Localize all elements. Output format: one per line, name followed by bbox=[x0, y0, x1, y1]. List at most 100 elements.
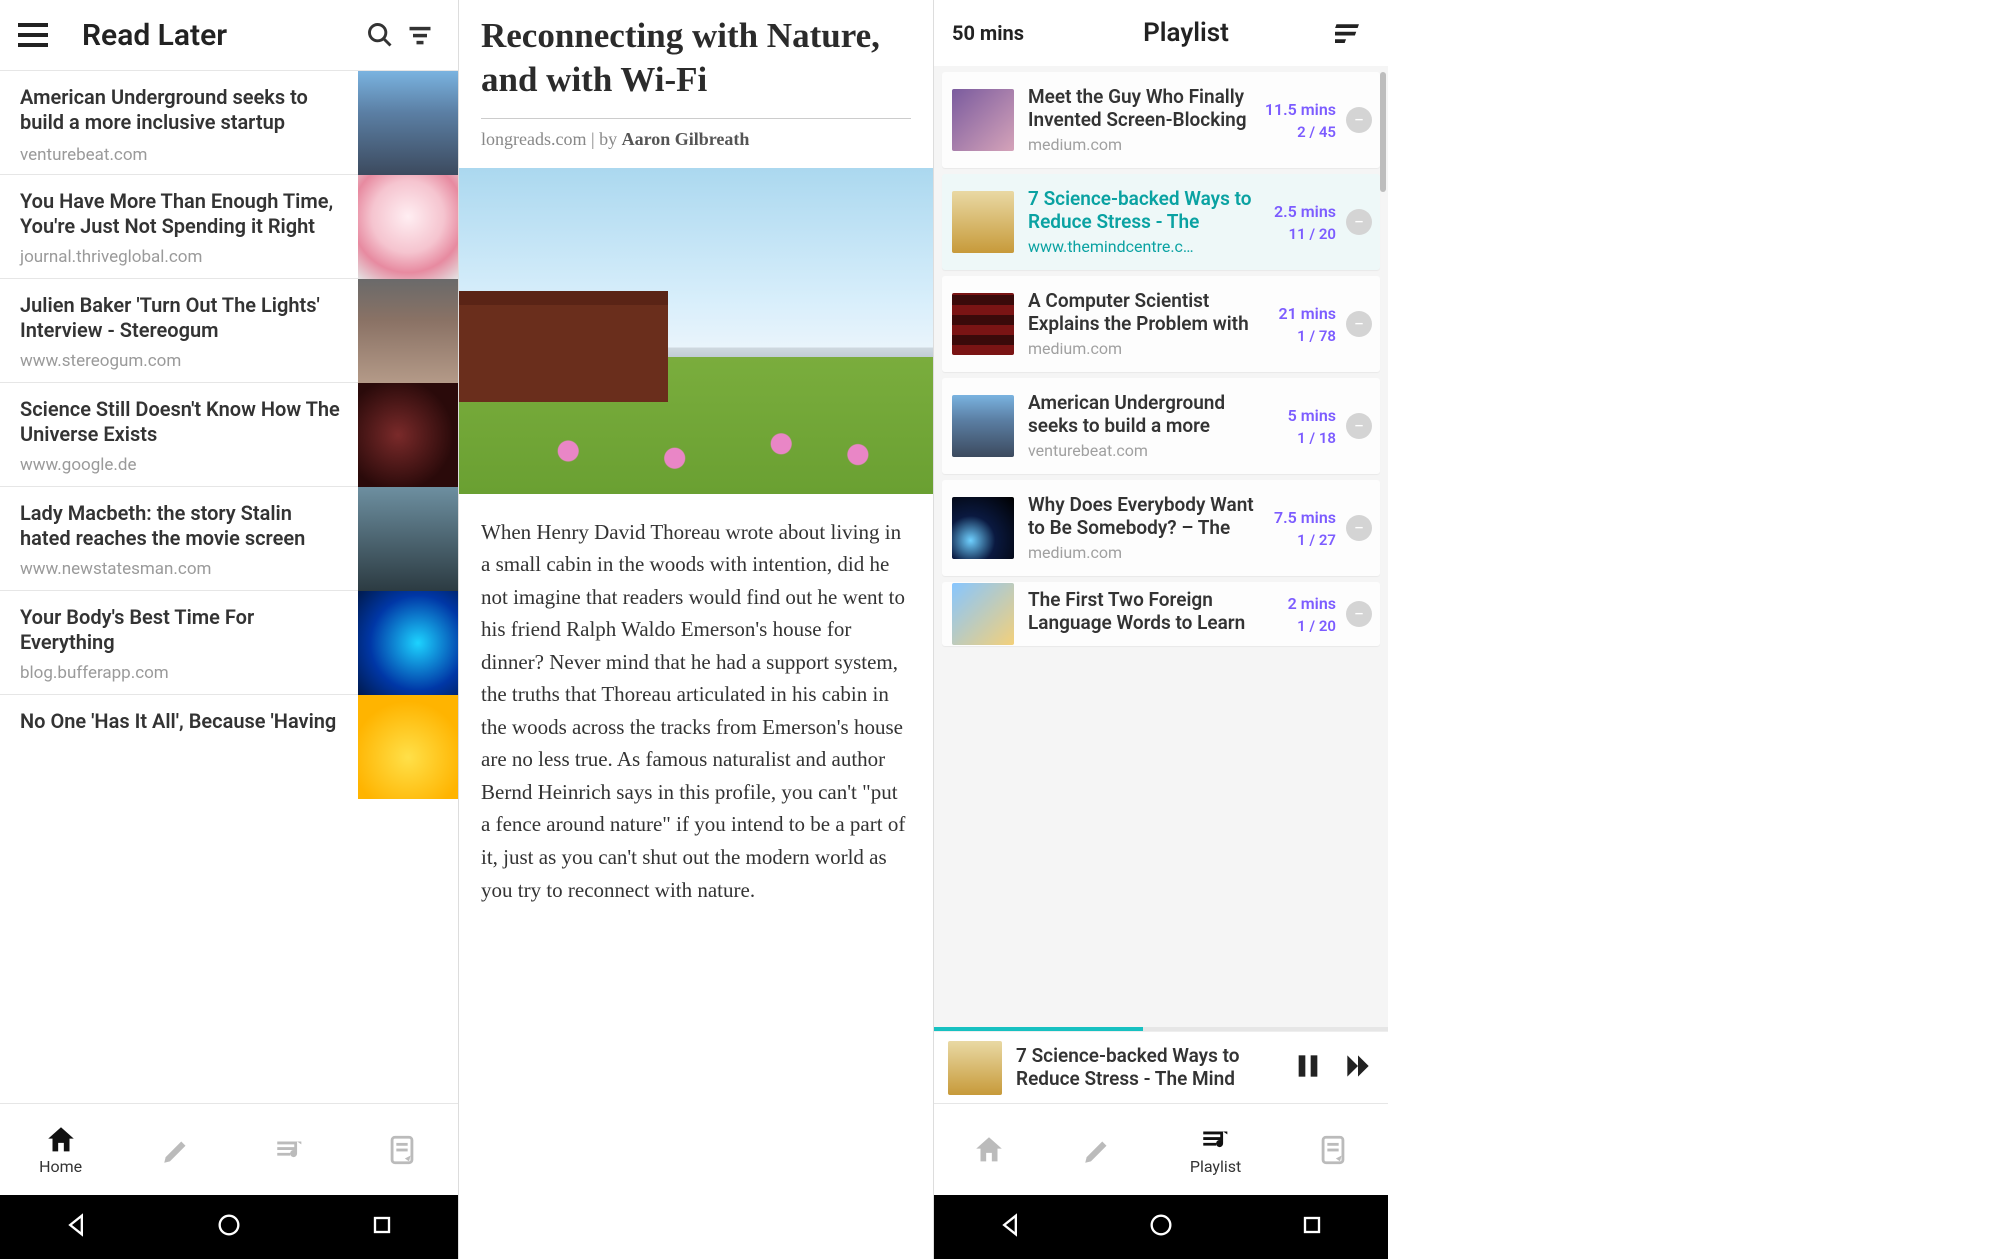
article-row[interactable]: Julien Baker 'Turn Out The Lights' Inter… bbox=[0, 278, 458, 382]
article-thumbnail bbox=[358, 695, 458, 799]
read-later-panel: Read Later American Underground seeks to… bbox=[0, 0, 459, 1259]
article-body: When Henry David Thoreau wrote about liv… bbox=[481, 516, 911, 907]
android-home-icon[interactable] bbox=[215, 1211, 243, 1243]
playlist-row[interactable]: 7 Science-backed Ways to Reduce Stress -… bbox=[942, 174, 1380, 270]
playlist-thumbnail bbox=[952, 89, 1014, 151]
remove-icon[interactable]: − bbox=[1346, 209, 1372, 235]
android-recent-icon[interactable] bbox=[1298, 1211, 1326, 1243]
nav-playlist[interactable] bbox=[273, 1133, 307, 1167]
fast-forward-icon[interactable] bbox=[1342, 1050, 1374, 1086]
playback-progress[interactable] bbox=[934, 1027, 1388, 1031]
playlist-row[interactable]: The First Two Foreign Language Words to … bbox=[942, 582, 1380, 646]
playlist-item-meta: 5 mins1 / 18 bbox=[1258, 406, 1336, 447]
article-content[interactable]: Reconnecting with Nature, and with Wi-Fi… bbox=[459, 0, 933, 926]
nav-playlist[interactable]: Playlist bbox=[1190, 1123, 1241, 1176]
playlist-row[interactable]: Why Does Everybody Want to Be Somebody? … bbox=[942, 480, 1380, 576]
divider bbox=[481, 118, 911, 119]
playlist-item-source: medium.com bbox=[1028, 339, 1258, 358]
playlist-menu-icon[interactable] bbox=[1330, 13, 1370, 53]
left-header: Read Later bbox=[0, 0, 458, 70]
article-thumbnail bbox=[358, 383, 458, 487]
page-title: Read Later bbox=[82, 18, 360, 53]
article-author: Aaron Gilbreath bbox=[622, 129, 750, 149]
article-source: venturebeat.com bbox=[20, 145, 346, 165]
remove-icon[interactable]: − bbox=[1346, 107, 1372, 133]
article-title: Lady Macbeth: the story Stalin hated rea… bbox=[20, 501, 346, 551]
article-list[interactable]: American Underground seeks to build a mo… bbox=[0, 70, 458, 1103]
article-thumbnail bbox=[358, 279, 458, 383]
playlist-thumbnail bbox=[952, 191, 1014, 253]
remove-icon[interactable]: − bbox=[1346, 311, 1372, 337]
article-title: American Underground seeks to build a mo… bbox=[20, 85, 346, 137]
playlist-item-title: Why Does Everybody Want to Be Somebody? … bbox=[1028, 494, 1258, 540]
hamburger-menu-icon[interactable] bbox=[18, 17, 54, 53]
right-header: 50 mins Playlist bbox=[934, 0, 1388, 66]
remove-icon[interactable]: − bbox=[1346, 413, 1372, 439]
playlist-thumbnail bbox=[952, 293, 1014, 355]
article-title: You Have More Than Enough Time, You're J… bbox=[20, 189, 346, 239]
playlist-thumbnail bbox=[952, 583, 1014, 645]
playlist-thumbnail bbox=[952, 395, 1014, 457]
playback-progress-fill bbox=[934, 1027, 1143, 1031]
nav-highlight[interactable] bbox=[160, 1133, 194, 1167]
mini-player-title: 7 Science-backed Ways to Reduce Stress -… bbox=[1016, 1045, 1292, 1091]
playlist-item-meta: 11.5 mins2 / 45 bbox=[1258, 100, 1336, 141]
nav-highlight[interactable] bbox=[1081, 1133, 1115, 1167]
article-domain: longreads.com bbox=[481, 129, 586, 149]
article-source: www.google.de bbox=[20, 455, 346, 475]
article-source: www.newstatesman.com bbox=[20, 559, 346, 579]
article-headline: Reconnecting with Nature, and with Wi-Fi bbox=[481, 14, 911, 102]
playlist-item-source: medium.com bbox=[1028, 543, 1258, 562]
playlist-thumbnail bbox=[952, 497, 1014, 559]
article-source: www.stereogum.com bbox=[20, 351, 346, 371]
article-row[interactable]: Science Still Doesn't Know How The Unive… bbox=[0, 382, 458, 486]
filter-icon[interactable] bbox=[400, 15, 440, 55]
android-back-icon[interactable] bbox=[62, 1211, 90, 1243]
scrollbar[interactable] bbox=[1380, 72, 1386, 192]
nav-home[interactable]: Home bbox=[39, 1123, 82, 1176]
playlist-item-title: 7 Science-backed Ways to Reduce Stress -… bbox=[1028, 188, 1258, 234]
android-recent-icon[interactable] bbox=[368, 1211, 396, 1243]
playlist-row[interactable]: A Computer Scientist Explains the Proble… bbox=[942, 276, 1380, 372]
playlist-list[interactable]: Meet the Guy Who Finally Invented Screen… bbox=[934, 66, 1388, 1027]
playlist-item-title: A Computer Scientist Explains the Proble… bbox=[1028, 290, 1258, 336]
article-row[interactable]: You Have More Than Enough Time, You're J… bbox=[0, 174, 458, 278]
article-title: No One 'Has It All', Because 'Having It bbox=[20, 709, 346, 734]
pause-icon[interactable] bbox=[1292, 1050, 1324, 1086]
nav-notes[interactable] bbox=[1316, 1133, 1350, 1167]
search-icon[interactable] bbox=[360, 15, 400, 55]
article-byline: longreads.com | by Aaron Gilbreath bbox=[481, 129, 911, 150]
nav-home[interactable] bbox=[972, 1133, 1006, 1167]
article-reader-panel: Reconnecting with Nature, and with Wi-Fi… bbox=[459, 0, 933, 1259]
playlist-panel: 50 mins Playlist Meet the Guy Who Finall… bbox=[933, 0, 1388, 1259]
article-row[interactable]: Lady Macbeth: the story Stalin hated rea… bbox=[0, 486, 458, 590]
mini-player-thumb[interactable] bbox=[948, 1041, 1002, 1095]
android-back-icon[interactable] bbox=[996, 1211, 1024, 1243]
article-row[interactable]: American Underground seeks to build a mo… bbox=[0, 70, 458, 174]
playlist-item-meta: 2 mins1 / 20 bbox=[1258, 594, 1336, 635]
article-title: Your Body's Best Time For Everything bbox=[20, 605, 346, 655]
playlist-item-source: www.themindcentre.c… bbox=[1028, 237, 1258, 256]
article-row[interactable]: No One 'Has It All', Because 'Having It bbox=[0, 694, 458, 742]
article-hero-image bbox=[459, 168, 933, 494]
playlist-item-title: Meet the Guy Who Finally Invented Screen… bbox=[1028, 86, 1258, 132]
remove-icon[interactable]: − bbox=[1346, 515, 1372, 541]
article-row[interactable]: Your Body's Best Time For Everything blog… bbox=[0, 590, 458, 694]
remove-icon[interactable]: − bbox=[1346, 601, 1372, 627]
mini-player: 7 Science-backed Ways to Reduce Stress -… bbox=[934, 1031, 1388, 1103]
article-source: blog.bufferapp.com bbox=[20, 663, 346, 683]
android-home-icon[interactable] bbox=[1147, 1211, 1175, 1243]
nav-playlist-label: Playlist bbox=[1190, 1157, 1241, 1176]
playlist-item-title: The First Two Foreign Language Words to … bbox=[1028, 589, 1258, 635]
article-title: Julien Baker 'Turn Out The Lights' Inter… bbox=[20, 293, 346, 343]
bottom-nav-left: Home bbox=[0, 1103, 458, 1195]
article-thumbnail bbox=[358, 71, 458, 175]
playlist-row[interactable]: Meet the Guy Who Finally Invented Screen… bbox=[942, 72, 1380, 168]
nav-home-label: Home bbox=[39, 1157, 82, 1176]
playlist-item-meta: 21 mins1 / 78 bbox=[1258, 304, 1336, 345]
nav-notes[interactable] bbox=[385, 1133, 419, 1167]
playlist-duration: 50 mins bbox=[952, 21, 1042, 45]
playlist-row[interactable]: American Underground seeks to build a mo… bbox=[942, 378, 1380, 474]
article-thumbnail bbox=[358, 175, 458, 279]
playlist-item-source: venturebeat.com bbox=[1028, 441, 1258, 460]
